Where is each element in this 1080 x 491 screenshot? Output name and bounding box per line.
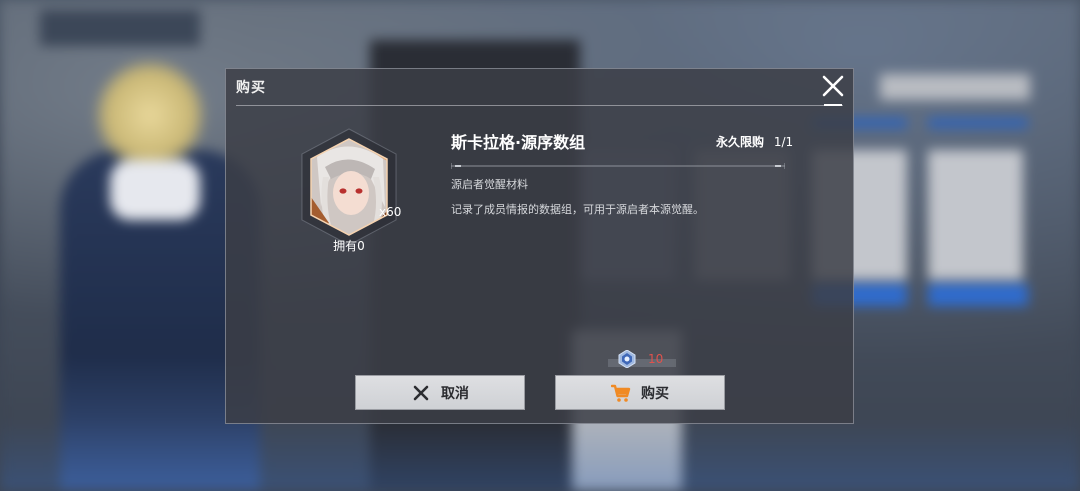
item-quantity: x60 [379, 205, 402, 219]
item-name: 斯卡拉格·源序数组 [451, 133, 586, 152]
purchase-limit-value: 1/1 [773, 135, 794, 149]
crystal-currency-icon [618, 350, 636, 368]
cart-icon [611, 384, 631, 402]
character-portrait-icon [301, 128, 397, 246]
purchase-limit-label: 永久限购 [716, 135, 765, 149]
cancel-button[interactable]: 取消 [355, 375, 525, 410]
title-divider [236, 105, 843, 106]
purchase-dialog: 购买 x60 拥有0 斯卡拉格·源序数组 永久限购 1/1 源启者觉醒材料 记录… [225, 68, 854, 424]
purchase-limit: 永久限购 1/1 [716, 133, 793, 150]
item-description: 记录了成员情报的数据组，可用于源启者本源觉醒。 [451, 203, 704, 216]
close-button[interactable] [820, 73, 846, 99]
cancel-button-label: 取消 [441, 385, 469, 402]
buy-button[interactable]: 购买 [555, 375, 725, 410]
detail-divider [451, 163, 785, 169]
buy-button-label: 购买 [641, 385, 669, 402]
price-amount: 10 [648, 352, 664, 366]
owned-count: 拥有0 [333, 239, 365, 253]
close-icon [822, 75, 844, 97]
dialog-title: 购买 [236, 80, 266, 96]
item-icon [295, 127, 403, 247]
item-type: 源启者觉醒材料 [451, 178, 528, 191]
game-screen: 购买 x60 拥有0 斯卡拉格·源序数组 永久限购 1/1 源启者觉醒材料 记录… [0, 0, 1080, 491]
close-underline [824, 104, 842, 106]
price-tag: 10 [604, 350, 676, 370]
x-icon [413, 385, 429, 400]
